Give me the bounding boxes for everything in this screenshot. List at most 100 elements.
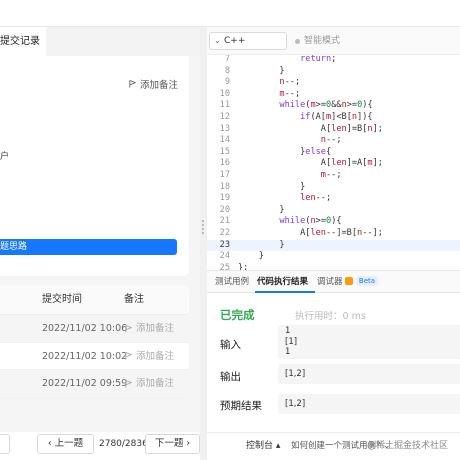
table-row[interactable]: 2022/11/02 10:02 添加备注 — [0, 343, 189, 370]
line-number: 17 — [219, 170, 230, 180]
code-text: m--; — [320, 170, 342, 180]
debugger-label: 调试器 — [317, 277, 343, 287]
panel-splitter[interactable] — [200, 27, 207, 460]
expected-value-box: [1,2] — [278, 394, 460, 414]
row-time: 2022/11/02 10:06 — [42, 323, 128, 334]
flag-icon — [129, 79, 137, 88]
line-number: 15 — [219, 146, 230, 157]
code-line[interactable]: 22 A[len--]=B[n--]; — [207, 228, 460, 240]
code-line[interactable]: 24 } — [207, 251, 460, 263]
write-solution-button[interactable]: 题思路 — [0, 239, 177, 255]
code-text: n--; — [279, 77, 301, 88]
code-text: } — [238, 65, 285, 76]
tab-debugger[interactable]: 调试器 Beta — [317, 271, 379, 293]
left-panel: 提交记录 添加备注 户 题思路 提交时间 备注 2022/11/02 10:06… — [0, 27, 200, 432]
line-number: 7 — [224, 55, 230, 64]
prev-question-button[interactable]: ‹ 上一题 — [37, 434, 94, 454]
header-submit-time: 提交时间 — [42, 294, 82, 305]
code-line[interactable]: 16 A[len]=A[m]; — [207, 158, 460, 170]
language-select[interactable]: ⌄ C++ — [209, 32, 287, 50]
left-footer: ‹ 上一题 2780/2836 下一题 › — [0, 432, 200, 460]
line-number: 13 — [219, 123, 230, 134]
flag-icon — [125, 379, 133, 388]
flag-icon — [125, 324, 133, 333]
row-add-note[interactable]: 添加备注 — [124, 343, 174, 370]
code-line[interactable]: 15 }else{ — [207, 147, 460, 159]
code-line[interactable]: 25}; — [207, 263, 460, 270]
flag-icon — [125, 351, 133, 360]
tab-execution-result[interactable]: 代码执行结果 — [257, 271, 308, 293]
line-number: 14 — [219, 135, 230, 146]
header-note: 备注 — [124, 294, 144, 305]
caret-up-icon: ▴ — [275, 441, 281, 451]
submission-detail-card: 添加备注 户 题思路 — [0, 56, 189, 276]
beta-badge: Beta — [355, 276, 379, 286]
code-text: A[len]=A[m]; — [238, 158, 383, 169]
add-note-button[interactable]: 添加备注 — [128, 77, 178, 91]
line-number: 21 — [219, 216, 230, 227]
code-line[interactable]: 13 A[len]=B[n]; — [207, 124, 460, 136]
line-number: 12 — [219, 112, 230, 122]
line-number: 16 — [219, 158, 230, 169]
console-label: 控制台 — [246, 441, 274, 451]
output-value-box: [1,2] — [278, 364, 460, 384]
code-text: len--; — [300, 193, 332, 204]
console-tab-bar: 测试用例 代码执行结果 调试器 Beta — [207, 270, 460, 293]
input-label: 输入 — [220, 339, 241, 351]
row-add-note[interactable]: 添加备注 — [124, 370, 174, 397]
add-note-label: 添加备注 — [140, 80, 179, 91]
code-line[interactable]: 23 } — [207, 239, 460, 252]
code-line[interactable]: 11 while(m>=0&&n>=0){ — [207, 100, 460, 112]
lock-icon — [345, 277, 354, 285]
left-tab-bar: 提交记录 — [0, 27, 200, 56]
code-line[interactable]: 21 while(n>=0){ — [207, 216, 460, 228]
row-note-label: 添加备注 — [136, 350, 175, 362]
input-line: [1] — [285, 336, 298, 347]
editor-footer: 控制台 ▴ 如何创建一个测试用例? ⌄ @稀土掘金技术社区 — [207, 432, 460, 460]
language-value: C++ — [224, 36, 246, 46]
code-line[interactable]: 18 } — [207, 182, 460, 194]
question-list-button[interactable] — [0, 434, 10, 454]
submission-table: 提交时间 备注 2022/11/02 10:06 添加备注 2022/11/02… — [0, 285, 189, 398]
toggle-dot-icon — [295, 38, 300, 44]
chevron-left-icon: ‹ — [47, 438, 55, 449]
code-line[interactable]: 8 } — [207, 66, 460, 78]
code-text: if(A[m]<B[n]){ — [300, 112, 373, 122]
code-text: m--; — [279, 88, 301, 99]
code-line[interactable]: 14 n--; — [207, 135, 460, 147]
table-header: 提交时间 备注 — [0, 285, 189, 315]
status-badge: 已完成 — [220, 308, 255, 322]
table-row[interactable]: 2022/11/02 10:06 添加备注 — [0, 315, 189, 343]
code-text: while(m>=0&&n>=0){ — [279, 100, 373, 111]
code-text: } — [238, 239, 285, 250]
tab-submissions[interactable]: 提交记录 — [0, 27, 46, 56]
code-text: return; — [300, 55, 337, 64]
console-toggle-button[interactable]: 控制台 ▴ — [246, 433, 280, 459]
line-number: 23 — [219, 239, 230, 250]
line-number: 25 — [219, 262, 230, 270]
code-text: A[len--]=B[n--]; — [238, 228, 383, 238]
tab-test-cases[interactable]: 测试用例 — [215, 271, 249, 293]
drag-handle-icon[interactable] — [202, 220, 204, 234]
line-number: 24 — [219, 251, 230, 262]
row-note-label: 添加备注 — [136, 323, 175, 334]
code-line[interactable]: 10 m--; — [207, 89, 460, 101]
code-text: } — [238, 251, 264, 262]
smart-mode-toggle[interactable]: 智能模式 — [295, 27, 340, 55]
smart-mode-label: 智能模式 — [304, 36, 341, 46]
code-line[interactable]: 20 } — [207, 205, 460, 217]
code-text: }; — [238, 262, 249, 270]
code-editor[interactable]: 7 return; 8 } 9 n--; 10 m--; 11 while(m>=0&&… — [207, 55, 460, 270]
output-label: 输出 — [220, 371, 241, 383]
code-line[interactable]: 9 n--; — [207, 77, 460, 89]
next-question-button[interactable]: 下一题 › — [145, 434, 200, 454]
code-line[interactable]: 12 if(A[m]<B[n]){ — [207, 112, 460, 124]
line-number: 9 — [224, 77, 230, 88]
code-line[interactable]: 7 return; — [207, 55, 460, 66]
code-line[interactable]: 19 len--; — [207, 193, 460, 205]
row-add-note[interactable]: 添加备注 — [124, 315, 174, 342]
table-row[interactable]: 2022/11/02 09:59 添加备注 — [0, 370, 189, 398]
line-number: 10 — [219, 88, 230, 99]
input-line: 1 — [285, 347, 291, 357]
code-line[interactable]: 17 m--; — [207, 170, 460, 182]
